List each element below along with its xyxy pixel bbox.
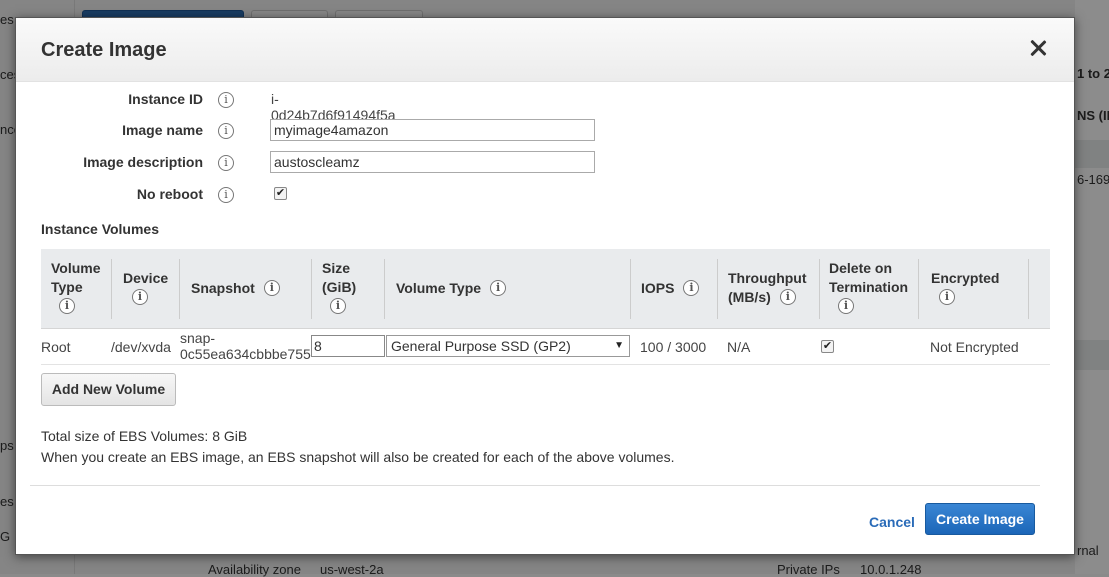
- info-icon[interactable]: i: [263, 280, 280, 297]
- snapshot-text: snap-: [180, 330, 216, 346]
- column-header-encrypted: Encrypted i: [931, 269, 999, 307]
- info-icon[interactable]: i: [218, 123, 234, 139]
- column-header-snapshot: Snapshot i: [191, 279, 280, 298]
- header-text: Throughput: [728, 270, 807, 286]
- info-icon[interactable]: i: [59, 298, 75, 315]
- throughput-cell: N/A: [727, 339, 751, 355]
- delete-on-termination-checkbox[interactable]: ✔: [821, 340, 834, 353]
- column-divider: [630, 259, 631, 319]
- info-icon[interactable]: i: [330, 298, 346, 315]
- info-icon[interactable]: i: [218, 92, 234, 108]
- info-icon[interactable]: i: [939, 289, 955, 306]
- iops-cell: 100 / 3000: [640, 339, 707, 355]
- column-header-iops: IOPS i: [641, 279, 700, 298]
- header-text: Volume Type: [396, 280, 482, 296]
- header-text: Device: [123, 270, 169, 286]
- info-icon[interactable]: i: [490, 280, 507, 297]
- footer-divider: [30, 485, 1040, 486]
- info-icon[interactable]: i: [683, 280, 700, 297]
- column-divider: [717, 259, 718, 319]
- image-name-input[interactable]: [270, 119, 595, 141]
- header-text: Termination: [829, 279, 909, 295]
- cancel-button[interactable]: Cancel: [869, 514, 915, 530]
- column-header-volume-type-select: Volume Type i: [396, 279, 507, 298]
- table-row: Root /dev/xvda snap- 0c55ea634cbbbe755 G…: [41, 329, 1050, 365]
- header-text: Type: [51, 279, 83, 295]
- no-reboot-label: No reboot: [136, 186, 203, 202]
- header-text: Delete on: [829, 260, 893, 276]
- column-header-delete-on-termination: Delete on Termination i: [829, 259, 908, 316]
- create-image-button[interactable]: Create Image: [925, 503, 1035, 535]
- volume-type-select[interactable]: General Purpose SSD (GP2) ▼: [386, 335, 630, 357]
- header-text: Size: [322, 260, 351, 276]
- header-text: Encrypted: [931, 270, 1000, 286]
- info-icon[interactable]: i: [779, 289, 796, 306]
- info-icon[interactable]: i: [218, 187, 234, 203]
- close-icon[interactable]: [1028, 38, 1048, 58]
- dialog-header: Create Image: [16, 18, 1074, 82]
- column-divider: [311, 259, 312, 319]
- dialog-title: Create Image: [41, 39, 167, 61]
- image-name-label: Image name: [122, 122, 203, 138]
- column-divider: [111, 259, 112, 319]
- column-divider: [918, 259, 919, 319]
- column-divider: [819, 259, 820, 319]
- column-header-throughput: Throughput (MB/s) i: [728, 269, 807, 307]
- snapshot-cell: snap- 0c55ea634cbbbe755: [180, 330, 311, 362]
- column-divider: [1028, 259, 1029, 319]
- volume-type-cell: Root: [41, 339, 71, 355]
- image-description-label: Image description: [83, 154, 203, 170]
- header-text: IOPS: [641, 280, 675, 296]
- header-text: Snapshot: [191, 280, 255, 296]
- total-size-text: Total size of EBS Volumes: 8 GiB: [41, 428, 248, 444]
- info-icon[interactable]: i: [132, 289, 148, 306]
- header-text: (MB/s): [728, 289, 771, 305]
- size-input[interactable]: [311, 335, 385, 357]
- header-text: (GiB): [322, 279, 357, 295]
- column-header-size: Size (GiB) i: [322, 259, 356, 316]
- header-text: Volume: [51, 260, 101, 276]
- volume-type-selected: General Purpose SSD (GP2): [391, 338, 571, 354]
- info-icon[interactable]: i: [838, 298, 854, 315]
- column-divider: [179, 259, 180, 319]
- snapshot-text: 0c55ea634cbbbe755: [180, 346, 311, 362]
- info-icon[interactable]: i: [218, 155, 234, 171]
- snapshot-note-text: When you create an EBS image, an EBS sna…: [41, 449, 675, 465]
- volumes-table-header: Volume Type i Device i Snapshot i Size (G…: [41, 249, 1050, 329]
- instance-id-label: Instance ID: [128, 91, 203, 107]
- column-header-volume-type: Volume Type i: [51, 259, 101, 316]
- column-header-device: Device i: [123, 269, 168, 307]
- device-cell: /dev/xvda: [111, 339, 171, 355]
- chevron-down-icon: ▼: [614, 340, 624, 351]
- encrypted-cell: Not Encrypted: [930, 339, 1019, 355]
- instance-volumes-title: Instance Volumes: [41, 221, 160, 237]
- image-description-input[interactable]: [270, 151, 595, 173]
- column-divider: [384, 259, 385, 319]
- no-reboot-checkbox[interactable]: ✔: [274, 187, 287, 200]
- create-image-dialog: Create Image Instance ID i i-0d24b7d6f91…: [15, 17, 1075, 555]
- add-new-volume-button[interactable]: Add New Volume: [41, 373, 176, 406]
